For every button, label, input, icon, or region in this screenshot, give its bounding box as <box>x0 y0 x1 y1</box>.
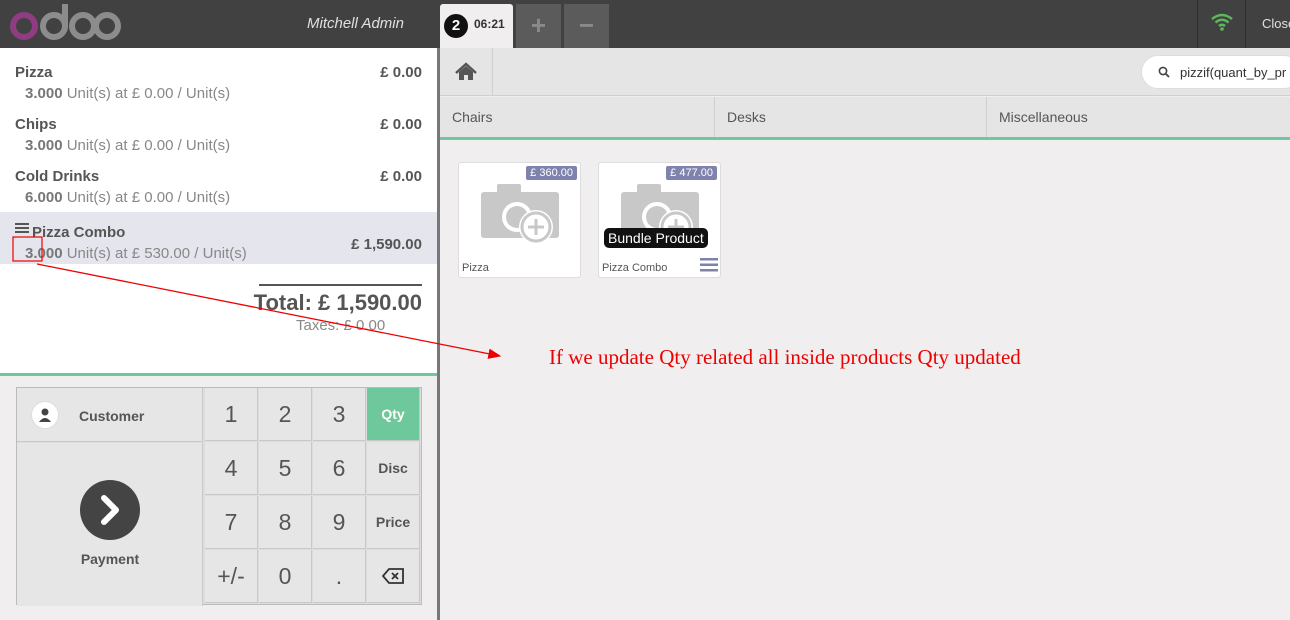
orderline-info: 3.000 Unit(s) at £ 0.00 / Unit(s) <box>25 85 230 102</box>
orderline-info: 3.000 Unit(s) at £ 530.00 / Unit(s) <box>25 245 247 262</box>
search-input[interactable]: pizzif(quant_by_pr <box>1180 65 1286 80</box>
category-miscellaneous[interactable]: Miscellaneous <box>987 97 1290 137</box>
numpad-key-1[interactable]: 1 <box>205 388 258 441</box>
search-icon <box>1158 66 1170 78</box>
mode-price-button[interactable]: Price <box>367 496 420 549</box>
numpad-key-2[interactable]: 2 <box>259 388 312 441</box>
orderline-price: £ 1,590.00 <box>351 236 422 253</box>
order-taxes: Taxes: £ 0.00 <box>296 317 386 334</box>
orderline-price: £ 0.00 <box>380 64 422 81</box>
header-divider <box>1245 0 1246 48</box>
orderline-qty: 3.000 <box>25 137 63 154</box>
numpad-key-3[interactable]: 3 <box>313 388 366 441</box>
header-divider <box>1197 0 1198 48</box>
orderline-name: Pizza Combo <box>32 224 126 241</box>
left-pane: Pizza £ 0.00 3.000 Unit(s) at £ 0.00 / U… <box>0 48 440 620</box>
order-container: Pizza £ 0.00 3.000 Unit(s) at £ 0.00 / U… <box>0 48 437 376</box>
product-card[interactable]: £ 360.00 Pizza <box>458 162 581 278</box>
payment-button[interactable]: Payment <box>17 443 203 606</box>
backspace-button[interactable] <box>367 550 420 603</box>
control-pad: Customer Payment 1 2 3 Qty 4 5 6 Disc 7 … <box>16 387 422 606</box>
avatar <box>31 401 59 429</box>
search-box[interactable]: pizzif(quant_by_pr <box>1141 55 1290 89</box>
orderline-detail: Unit(s) at £ 0.00 / Unit(s) <box>66 85 231 102</box>
orderline[interactable]: Chips £ 0.00 3.000 Unit(s) at £ 0.00 / U… <box>0 104 437 156</box>
order-tab[interactable]: 2 06:21 <box>440 4 513 48</box>
numpad-key-sign[interactable]: +/- <box>205 550 258 603</box>
top-header: Mitchell Admin 2 06:21 + − Close <box>0 0 1290 48</box>
add-order-button[interactable]: + <box>516 4 561 48</box>
odoo-logo <box>10 4 121 40</box>
orderline-qty: 3.000 <box>25 85 63 102</box>
chevron-right-icon <box>101 495 119 525</box>
customer-label: Customer <box>79 408 145 424</box>
numpad-key-5[interactable]: 5 <box>259 442 312 495</box>
numpad-key-dot[interactable]: . <box>313 550 366 603</box>
order-total: Total: £ 1,590.00 <box>253 290 422 315</box>
remove-order-button[interactable]: − <box>564 4 609 48</box>
price-tag: £ 360.00 <box>526 166 577 180</box>
orderline-selected[interactable]: Pizza Combo £ 1,590.00 3.000 Unit(s) at … <box>0 212 437 264</box>
product-name: Pizza <box>462 262 489 274</box>
order-number: 2 <box>444 14 468 38</box>
products-pane: pizzif(quant_by_pr Chairs Desks Miscella… <box>440 48 1290 620</box>
category-bar: Chairs Desks Miscellaneous <box>440 97 1290 140</box>
product-card[interactable]: £ 477.00 Bundle Product Pizza Combo <box>598 162 721 278</box>
annotation-text: If we update Qty related all inside prod… <box>549 345 1021 369</box>
orderline-price: £ 0.00 <box>380 168 422 185</box>
orderline-info: 3.000 Unit(s) at £ 0.00 / Unit(s) <box>25 137 230 154</box>
orderline-name: Cold Drinks <box>15 168 100 185</box>
product-name: Pizza Combo <box>602 262 668 274</box>
user-icon <box>39 408 51 422</box>
orderline-qty: 3.000 <box>25 245 63 262</box>
numpad-key-0[interactable]: 0 <box>259 550 312 603</box>
total-divider <box>259 284 422 286</box>
orderline-info: 6.000 Unit(s) at £ 0.00 / Unit(s) <box>25 189 230 206</box>
order-time: 06:21 <box>474 17 505 31</box>
close-button[interactable]: Close <box>1262 16 1290 31</box>
orderline-detail: Unit(s) at £ 0.00 / Unit(s) <box>66 189 231 206</box>
backspace-icon <box>381 568 404 584</box>
numpad-key-9[interactable]: 9 <box>313 496 366 549</box>
wifi-icon[interactable] <box>1210 12 1234 32</box>
category-chairs[interactable]: Chairs <box>440 97 715 137</box>
orderline-price: £ 0.00 <box>380 116 422 133</box>
category-desks[interactable]: Desks <box>715 97 987 137</box>
bundle-badge: Bundle Product <box>604 228 708 248</box>
orderline[interactable]: Pizza £ 0.00 3.000 Unit(s) at £ 0.00 / U… <box>0 52 437 104</box>
home-button[interactable] <box>440 48 493 96</box>
customer-button[interactable]: Customer <box>17 388 203 442</box>
home-icon <box>455 62 477 80</box>
numpad-key-7[interactable]: 7 <box>205 496 258 549</box>
payment-circle <box>80 480 140 540</box>
bundle-menu-icon[interactable] <box>700 258 718 272</box>
numpad-key-8[interactable]: 8 <box>259 496 312 549</box>
orderline-detail: Unit(s) at £ 0.00 / Unit(s) <box>66 137 231 154</box>
combo-menu-icon[interactable] <box>15 222 29 234</box>
orderline-qty: 6.000 <box>25 189 63 206</box>
orderline[interactable]: Cold Drinks £ 0.00 6.000 Unit(s) at £ 0.… <box>0 156 437 208</box>
user-name[interactable]: Mitchell Admin <box>307 15 404 32</box>
payment-label: Payment <box>80 551 140 567</box>
orderline-detail: Unit(s) at £ 530.00 / Unit(s) <box>66 245 247 262</box>
orderline-name: Chips <box>15 116 57 133</box>
mode-qty-button[interactable]: Qty <box>367 388 420 441</box>
price-tag: £ 477.00 <box>666 166 717 180</box>
breadcrumb-bar: pizzif(quant_by_pr <box>440 48 1290 96</box>
mode-disc-button[interactable]: Disc <box>367 442 420 495</box>
numpad-key-6[interactable]: 6 <box>313 442 366 495</box>
numpad-key-4[interactable]: 4 <box>205 442 258 495</box>
camera-plus-icon <box>481 184 559 244</box>
orderline-name: Pizza <box>15 64 53 81</box>
